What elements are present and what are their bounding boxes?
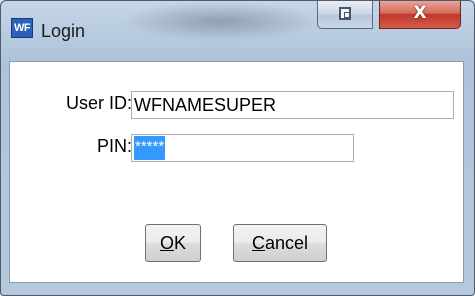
ok-mnemonic: O — [159, 233, 174, 253]
userid-input[interactable]: WFNAMESUPER — [131, 91, 454, 119]
close-icon: X — [413, 3, 427, 23]
login-dialog: WF Login X User ID: WFNAMESUPER PIN: ***… — [0, 0, 475, 296]
dialog-content: User ID: WFNAMESUPER PIN: ***** OK Cance… — [9, 61, 464, 283]
cancel-mnemonic: C — [251, 233, 265, 253]
ok-label-rest: K — [174, 233, 187, 253]
cancel-button[interactable]: Cancel — [233, 224, 327, 262]
userid-value: WFNAMESUPER — [134, 95, 277, 115]
app-icon: WF — [11, 18, 33, 38]
restore-icon — [339, 7, 351, 20]
restore-button[interactable] — [317, 1, 373, 29]
pin-input[interactable]: ***** — [131, 134, 354, 162]
userid-label: User ID: — [65, 93, 132, 113]
ok-button[interactable]: OK — [145, 224, 201, 262]
window-title: Login — [41, 21, 86, 41]
cancel-label-rest: ancel — [264, 233, 309, 253]
pin-label: PIN: — [96, 136, 132, 156]
titlebar[interactable]: WF Login X — [1, 1, 474, 41]
close-button[interactable]: X — [379, 1, 461, 29]
pin-value-selected: ***** — [134, 136, 166, 160]
